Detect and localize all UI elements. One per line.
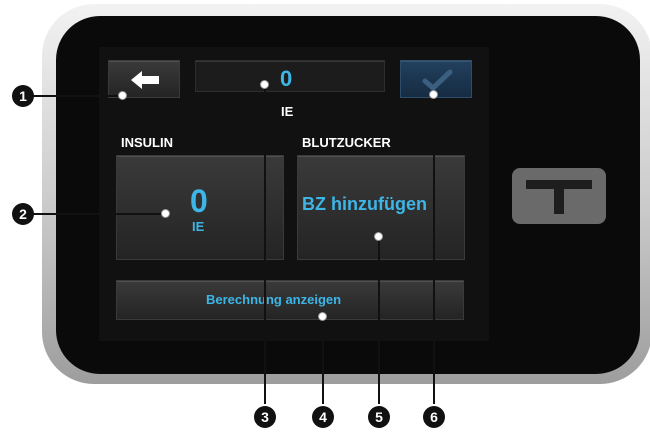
total-insulin-value: 0 bbox=[280, 66, 293, 91]
insulin-heading: INSULIN bbox=[121, 135, 173, 150]
callout-6: 6 bbox=[423, 406, 445, 428]
callout-2: 2 bbox=[12, 203, 34, 225]
callout-1: 1 bbox=[12, 85, 34, 107]
bg-heading: BLUTZUCKER bbox=[302, 135, 391, 150]
callout-4: 4 bbox=[312, 406, 334, 428]
callout-5: 5 bbox=[368, 406, 390, 428]
t-logo-icon bbox=[512, 168, 606, 224]
add-bg-label: BZ hinzufügen bbox=[302, 194, 427, 214]
total-insulin-unit: IE bbox=[281, 104, 294, 119]
show-calculation-label: Berechnung anzeigen bbox=[206, 292, 342, 307]
callout-3: 3 bbox=[254, 406, 276, 428]
insulin-value: 0 bbox=[190, 183, 208, 219]
insulin-unit: IE bbox=[192, 219, 205, 234]
